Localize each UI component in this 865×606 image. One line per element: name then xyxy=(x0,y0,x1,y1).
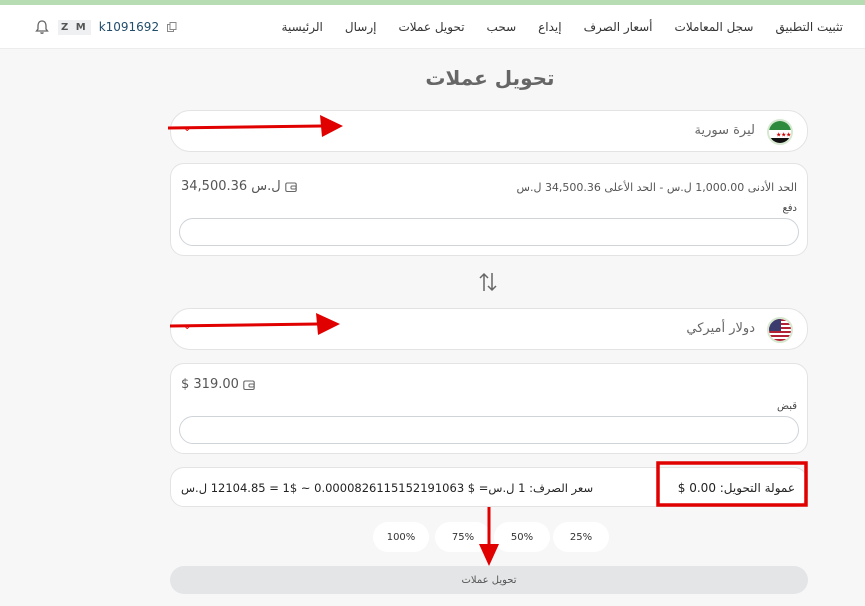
from-balance: 34,500.36 ل.س xyxy=(181,179,297,194)
to-currency-name: دولار أميركي xyxy=(686,321,755,336)
percent-25-button[interactable]: 25% xyxy=(553,522,609,552)
exchange-rate-text: سعر الصرف: 1 ل.س= $ 0.000082611515219106… xyxy=(181,481,594,495)
rate-fee-box: سعر الصرف: 1 ل.س= $ 0.000082611515219106… xyxy=(170,467,808,507)
svg-text:★: ★ xyxy=(786,132,791,139)
navbar: الرئيسية إرسال تحويل عملات سحب إيداع أسع… xyxy=(0,5,865,49)
annotation-overlay xyxy=(167,115,808,566)
user-area: Z M k1091692 xyxy=(34,5,177,49)
to-balance-value: $ 319.00 xyxy=(181,377,239,392)
nav-item-withdraw[interactable]: سحب xyxy=(487,20,517,34)
nav-item-home[interactable]: الرئيسية xyxy=(282,20,323,34)
to-balance: $ 319.00 xyxy=(181,377,255,392)
to-currency-select[interactable]: دولار أميركي ⌄ xyxy=(170,308,808,350)
nav-item-deposit[interactable]: إيداع xyxy=(538,20,561,34)
avatar[interactable]: Z M xyxy=(58,19,91,35)
copy-icon[interactable] xyxy=(167,22,177,32)
nav-item-rates[interactable]: أسعار الصرف xyxy=(584,20,653,34)
nav-item-history[interactable]: سجل المعاملات xyxy=(675,20,754,34)
wallet-icon xyxy=(243,379,255,390)
receive-label: قبض xyxy=(776,401,797,412)
wallet-icon xyxy=(285,181,297,192)
syria-flag-icon: ★ ★ ★ xyxy=(767,119,793,145)
nav-item-send[interactable]: إرسال xyxy=(345,20,377,34)
pay-label: دفع xyxy=(782,203,797,214)
page-title: تحويل عملات xyxy=(425,66,555,90)
from-currency-select[interactable]: ★ ★ ★ ليرة سورية ⌄ xyxy=(170,110,808,152)
from-amount-box: 34,500.36 ل.س الحد الأدنى 1,000.00 ل.س -… xyxy=(170,163,808,256)
bell-icon[interactable] xyxy=(34,19,50,35)
chevron-down-icon[interactable]: ⌄ xyxy=(183,321,191,332)
chevron-down-icon[interactable]: ⌄ xyxy=(183,123,191,134)
percent-100-button[interactable]: 100% xyxy=(373,522,429,552)
transfer-fee-text: عمولة التحويل: 0.00 $ xyxy=(677,481,795,495)
percent-75-button[interactable]: 75% xyxy=(435,522,491,552)
from-currency-name: ليرة سورية xyxy=(694,123,755,138)
us-flag-icon xyxy=(767,317,793,343)
from-limits: الحد الأدنى 1,000.00 ل.س - الحد الأعلى 3… xyxy=(516,181,797,194)
nav-menu: الرئيسية إرسال تحويل عملات سحب إيداع أسع… xyxy=(282,5,843,49)
to-amount-box: $ 319.00 قبض xyxy=(170,363,808,454)
pay-amount-input[interactable] xyxy=(179,218,799,246)
nav-item-exchange[interactable]: تحويل عملات xyxy=(398,20,464,34)
nav-item-install-app[interactable]: تثبيت التطبيق xyxy=(775,20,843,34)
convert-submit-button[interactable]: تحويل عملات xyxy=(170,566,808,594)
username: k1091692 xyxy=(98,20,160,34)
receive-amount-input[interactable] xyxy=(179,416,799,444)
swap-arrows-icon[interactable] xyxy=(478,271,498,293)
percent-50-button[interactable]: 50% xyxy=(494,522,550,552)
from-balance-value: 34,500.36 ل.س xyxy=(181,179,281,194)
